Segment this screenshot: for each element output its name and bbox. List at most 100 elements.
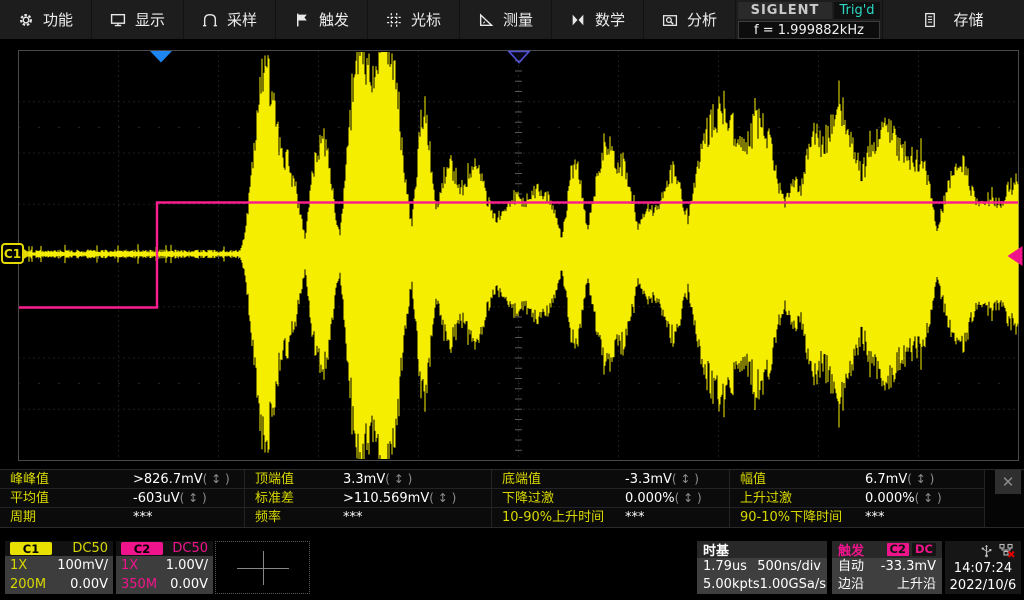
c2-scale: 1.00V/: [166, 556, 208, 575]
meas-label: 10-90%上升时间: [502, 510, 604, 525]
add-channel-placeholder[interactable]: [215, 541, 310, 594]
trigger-box[interactable]: 触发 C2 DC 自动 -33.3mV 边沿 上升沿: [832, 541, 942, 594]
trigger-mode: 自动: [838, 558, 864, 576]
measurement-panel: 峰峰值 >826.7mV( ↕ ) 顶端值 3.3mV( ↕ ) 底端值 -3.3mV…: [0, 469, 1024, 528]
trigger-level: -33.3mV: [881, 558, 936, 576]
measure-icon: [478, 12, 494, 28]
c2-offset: 0.00V: [170, 575, 208, 594]
c1-coupling: DC50: [72, 541, 108, 556]
c1-level-marker[interactable]: C1: [1, 243, 24, 264]
trigger-title: 触发: [838, 541, 864, 559]
top-menu-bar: 功能 显示 采样 触发 光标 测量 数学 分析 SIGLENT Trig'd f…: [0, 0, 1024, 42]
usb-icon: [981, 543, 992, 558]
menu-label: 存储: [953, 9, 983, 30]
menu-label: 显示: [135, 9, 165, 30]
c1-scale: 100mV/: [57, 556, 108, 575]
c2-chip: C2: [121, 542, 163, 555]
menu-item-measure[interactable]: 测量: [460, 0, 552, 39]
meas-value: ***: [625, 508, 645, 527]
c1-bandwidth: 200M: [10, 575, 46, 594]
cursor-icon: [386, 12, 402, 28]
meas-label: 标准差: [255, 491, 294, 506]
menu-label: 测量: [503, 9, 533, 30]
c2-coupling: DC50: [172, 541, 208, 556]
meas-value: -603uV( ↕ ): [133, 489, 207, 508]
timebase-points: 5.00kpts: [703, 576, 760, 594]
menu-item-trigger[interactable]: 触发: [276, 0, 368, 39]
status-bar: C1 DC50 1X 100mV/ 200M 0.00V C2 DC50 1X 1.0…: [0, 538, 1024, 600]
meas-value: ***: [133, 508, 153, 527]
meas-value: >826.7mV( ↕ ): [133, 470, 230, 489]
meas-value: 0.000%( ↕ ): [625, 489, 702, 508]
measurement-close-button[interactable]: ✕: [995, 470, 1021, 494]
clock-time: 14:07:24: [945, 560, 1021, 577]
meas-value: ***: [343, 508, 363, 527]
trigger-flag-icon: [294, 12, 310, 28]
menu-item-analysis[interactable]: 分析: [644, 0, 736, 39]
channel-c1-box[interactable]: C1 DC50 1X 100mV/ 200M 0.00V: [5, 541, 113, 594]
trigger-slope: 上升沿: [897, 576, 936, 594]
meas-label: 顶端值: [255, 472, 294, 487]
meas-label: 平均值: [10, 491, 49, 506]
menu-item-storage[interactable]: 存储: [883, 0, 1024, 39]
channel-c2-box[interactable]: C2 DC50 1X 1.00V/ 350M 0.00V: [116, 541, 213, 594]
menu-item-function[interactable]: 功能: [0, 0, 92, 39]
clock-date: 2022/10/6: [945, 577, 1021, 594]
trigger-coupling: DC: [912, 543, 936, 556]
meas-label: 下降过激: [502, 491, 554, 506]
menu-label: 采样: [227, 9, 257, 30]
timebase-box[interactable]: 时基 1.79us 500ns/div 5.00kpts1.00GSa/s: [697, 541, 827, 594]
meas-value: ***: [865, 508, 885, 527]
menu-label: 功能: [43, 9, 73, 30]
menu-item-math[interactable]: 数学: [552, 0, 644, 39]
meas-value: 6.7mV( ↕ ): [865, 470, 934, 489]
meas-label: 幅值: [740, 472, 766, 487]
c2-attenuation: 1X: [121, 556, 138, 575]
storage-icon: [923, 12, 937, 28]
trigger-position-marker[interactable]: [150, 51, 172, 63]
meas-value: 0.000%( ↕ ): [865, 489, 942, 508]
plus-icon: [263, 551, 264, 585]
meas-label: 峰峰值: [10, 472, 49, 487]
gear-icon: [18, 12, 34, 28]
menu-label: 光标: [411, 9, 441, 30]
meas-label: 上升过激: [740, 491, 792, 506]
oscilloscope-screen: { "menu": { "items": [ {"label":"功能","ic…: [0, 0, 1024, 600]
menu-item-cursor[interactable]: 光标: [368, 0, 460, 39]
analysis-icon: [662, 12, 678, 28]
meas-value: -3.3mV( ↕ ): [625, 470, 699, 489]
c1-offset: 0.00V: [70, 575, 108, 594]
menu-label: 数学: [595, 9, 625, 30]
c2-bandwidth: 350M: [121, 575, 157, 594]
trigger-source: C2: [887, 543, 909, 556]
acquire-icon: [202, 12, 218, 28]
system-info-box: 14:07:24 2022/10/6: [945, 541, 1021, 594]
meas-label: 频率: [255, 510, 281, 525]
timebase-delay: 1.79us: [703, 558, 747, 576]
timebase-scale: 500ns/div: [757, 558, 821, 576]
c1-chip: C1: [10, 542, 52, 555]
meas-label: 周期: [10, 510, 36, 525]
lan-disconnected-icon: [999, 543, 1015, 558]
menu-label: 分析: [687, 9, 717, 30]
c1-attenuation: 1X: [10, 556, 27, 575]
status-cluster: SIGLENT Trig'd f = 1.999882kHz: [736, 0, 883, 39]
siglent-logo: SIGLENT: [738, 2, 832, 19]
timebase-samplerate: 1.00GSa/s: [760, 576, 826, 594]
menu-item-acquire[interactable]: 采样: [184, 0, 276, 39]
trigger-status-badge: Trig'd: [834, 2, 880, 19]
menu-item-display[interactable]: 显示: [92, 0, 184, 39]
meas-label: 90-10%下降时间: [740, 510, 842, 525]
math-icon: [570, 12, 586, 28]
meas-value: >110.569mV( ↕ ): [343, 489, 456, 508]
c1-waveform: [19, 52, 1018, 459]
menu-label: 触发: [319, 9, 349, 30]
meas-value: 3.3mV( ↕ ): [343, 470, 412, 489]
display-icon: [110, 12, 126, 28]
delay-reference-marker[interactable]: [509, 52, 529, 63]
meas-label: 底端值: [502, 472, 541, 487]
c1-level-marker-label: C1: [4, 247, 21, 261]
timebase-title: 时基: [703, 541, 729, 559]
trigger-source-chips: C2 DC: [887, 543, 936, 556]
trigger-type: 边沿: [838, 576, 864, 594]
